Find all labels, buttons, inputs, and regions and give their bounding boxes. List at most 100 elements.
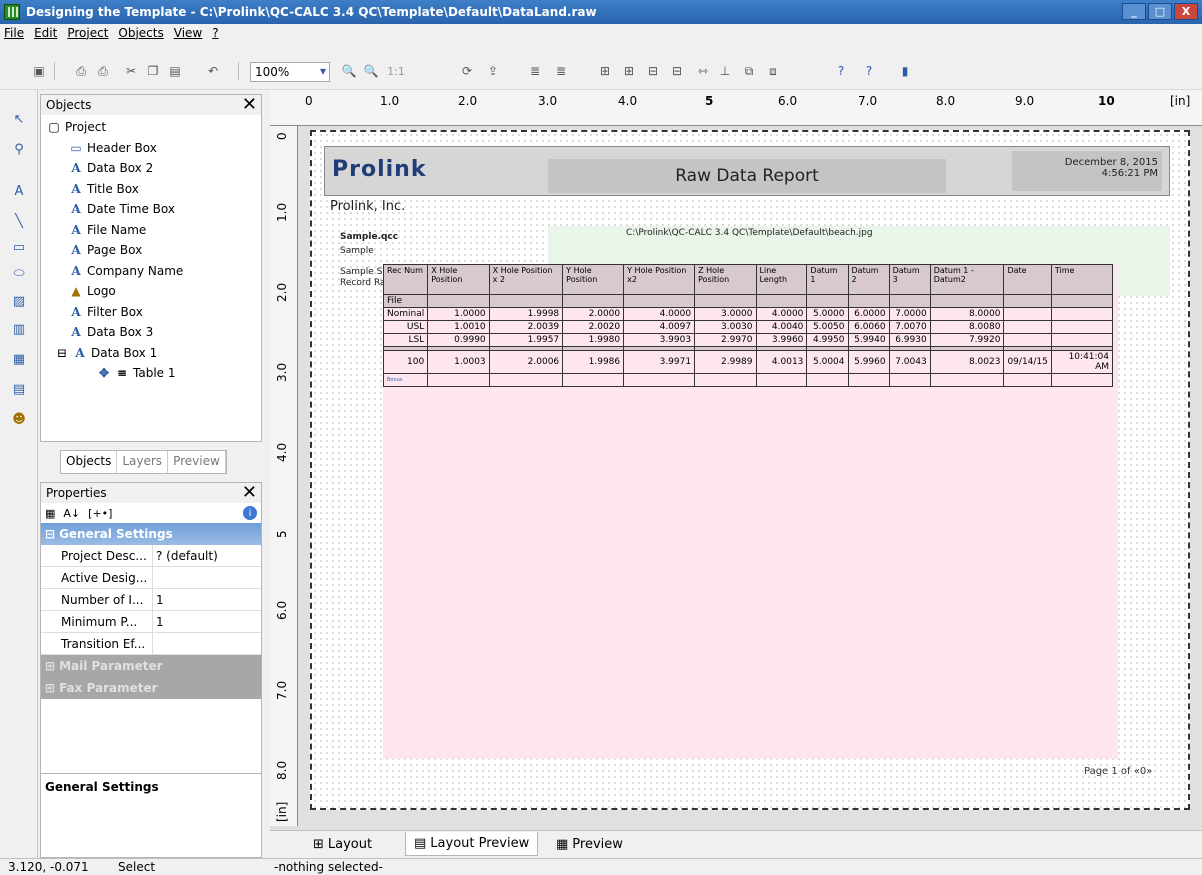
table-tool-icon[interactable]: ▦	[10, 350, 28, 368]
ruler-label: 2.0	[275, 282, 289, 302]
minimize-button[interactable]: _	[1122, 3, 1146, 20]
report-title[interactable]: Raw Data Report	[548, 159, 946, 193]
tree-item-date-time-box[interactable]: A Date Time Box	[41, 199, 261, 220]
objects-panel-close[interactable]: ✕	[242, 95, 257, 115]
same-height-icon[interactable]: ⊟	[668, 62, 686, 80]
zoom-out-icon[interactable]: 🔍	[362, 62, 380, 80]
tree-item-logo[interactable]: ▲ Logo	[41, 281, 261, 302]
tree-item-data-box-1[interactable]: ⊟ A Data Box 1	[41, 343, 261, 364]
space-icon[interactable]: ⇿	[694, 62, 712, 80]
whats-this-icon[interactable]: ?	[860, 62, 878, 80]
zoom-reset-button[interactable]: 1:1	[384, 62, 408, 80]
send-back-icon[interactable]: ⧈	[764, 62, 782, 80]
prop-row[interactable]: Project Desc...? (default)	[41, 545, 261, 567]
menu-view[interactable]: View	[174, 26, 202, 40]
tab-layers[interactable]: Layers	[117, 451, 169, 473]
tree-item-data-box-2[interactable]: A Data Box 2	[41, 158, 261, 179]
categorized-icon[interactable]: ▦	[45, 507, 55, 520]
file-name[interactable]: Sample.qcc	[340, 232, 398, 242]
tree-item-data-box-3[interactable]: A Data Box 3	[41, 322, 261, 343]
tree-item-page-box[interactable]: A Page Box	[41, 240, 261, 261]
expand-icon[interactable]: [+•]	[88, 507, 112, 520]
tree-item-title-box[interactable]: A Title Box	[41, 179, 261, 200]
menu-file[interactable]: File	[4, 26, 24, 40]
copy-icon[interactable]: ❐	[144, 62, 162, 80]
tab-layout-preview[interactable]: ▤ Layout Preview	[405, 832, 539, 856]
list-icon: ≡	[116, 366, 128, 381]
image-tool-icon[interactable]: ▨	[10, 292, 28, 310]
data-box-3[interactable]: Sample S	[340, 267, 382, 277]
print-icon[interactable]: ⎙	[72, 62, 90, 80]
status-bar: 3.120, -0.071 Select -nothing selected-	[0, 858, 1202, 875]
zoom-tool-icon[interactable]: ⚲	[10, 140, 28, 158]
ellipse-tool-icon[interactable]: ⬭	[10, 264, 28, 282]
help-icon[interactable]: ?	[832, 62, 850, 80]
barcode-tool-icon[interactable]: ▥	[10, 320, 28, 338]
align-left-icon[interactable]: ≣	[526, 62, 544, 80]
ruler-label: 6.0	[275, 600, 289, 620]
chart-tool-icon[interactable]: ▤	[10, 380, 28, 398]
status-coords: 3.120, -0.071	[8, 860, 89, 874]
align-right-icon[interactable]: ≣	[552, 62, 570, 80]
maximize-button[interactable]: □	[1148, 3, 1172, 20]
paste-icon[interactable]: ▤	[166, 62, 184, 80]
properties-close[interactable]: ✕	[242, 483, 257, 503]
rectangle-tool-icon[interactable]: ▭	[10, 238, 28, 256]
ruler-label: 4.0	[275, 442, 289, 462]
text-icon: A	[71, 222, 81, 237]
text-icon: A	[71, 202, 81, 217]
tree-item-file-name[interactable]: A File Name	[41, 220, 261, 241]
category-mail[interactable]: ⊞ Mail Parameter	[41, 655, 261, 677]
menu-project[interactable]: Project	[67, 26, 108, 40]
cut-icon[interactable]: ✂	[122, 62, 140, 80]
company-name[interactable]: Prolink, Inc.	[330, 199, 405, 214]
sort-az-icon[interactable]: A↓	[63, 507, 80, 520]
category-fax[interactable]: ⊞ Fax Parameter	[41, 677, 261, 699]
tab-layout[interactable]: ⊞ Layout	[305, 832, 380, 856]
date-time-box[interactable]: December 8, 2015 4:56:21 PM	[1012, 151, 1162, 191]
prop-row[interactable]: Active Desig...	[41, 567, 261, 589]
tree-item-table-1[interactable]: ✥ ≡ Table 1	[41, 363, 261, 384]
distribute-v-icon[interactable]: ⊞	[620, 62, 638, 80]
same-width-icon[interactable]: ⊟	[644, 62, 662, 80]
distribute-h-icon[interactable]: ⊞	[596, 62, 614, 80]
export-icon[interactable]: ⇪	[484, 62, 502, 80]
exit-icon[interactable]: ▮	[896, 62, 914, 80]
category-general[interactable]: ⊟ General Settings	[41, 523, 261, 545]
info-icon[interactable]: i	[243, 506, 257, 520]
select-icon[interactable]: ↖	[10, 110, 28, 128]
menu-objects[interactable]: Objects	[118, 26, 163, 40]
record-range[interactable]: Record Ra	[340, 278, 386, 288]
prop-row[interactable]: Number of I... 1	[41, 589, 261, 611]
tab-objects[interactable]: Objects	[61, 451, 118, 473]
ruler-label: 1.0	[380, 94, 400, 108]
user-tool-icon[interactable]: ☻	[10, 410, 28, 428]
refresh-icon[interactable]: ⟳	[458, 62, 476, 80]
zoom-in-icon[interactable]: 🔍	[340, 62, 358, 80]
data-table[interactable]: Rec Num X Hole Position X Hole Position x …	[382, 264, 1114, 387]
save-icon[interactable]: ▣	[30, 62, 48, 80]
logo[interactable]: Prolink	[332, 157, 426, 182]
text-tool-icon[interactable]: A	[10, 182, 28, 200]
collapse-icon[interactable]: ⊟	[55, 346, 69, 360]
zoom-select[interactable]: 100%	[250, 62, 330, 82]
tab-preview[interactable]: Preview	[168, 451, 226, 473]
tree-item-filter-box[interactable]: A Filter Box	[41, 302, 261, 323]
menu-edit[interactable]: Edit	[34, 26, 57, 40]
tree-item-company-name[interactable]: A Company Name	[41, 261, 261, 282]
print-preview-icon[interactable]: ⎙	[94, 62, 112, 80]
data-box-2[interactable]: Sample	[340, 246, 374, 256]
image-path[interactable]: C:\Prolink\QC-CALC 3.4 QC\Template\Defau…	[626, 228, 873, 238]
prop-row[interactable]: Minimum P... 1	[41, 611, 261, 633]
menu-help[interactable]: ?	[212, 26, 218, 40]
undo-icon[interactable]: ↶	[204, 62, 222, 80]
page-box[interactable]: Page 1 of «0»	[1084, 766, 1152, 777]
center-icon[interactable]: ⊥	[716, 62, 734, 80]
bring-front-icon[interactable]: ⧉	[740, 62, 758, 80]
prop-row[interactable]: Transition Ef...	[41, 633, 261, 655]
tab-preview-view[interactable]: ▦ Preview	[548, 832, 631, 856]
close-button[interactable]: X	[1174, 3, 1198, 20]
line-tool-icon[interactable]: ╲	[10, 212, 28, 230]
tree-item-header-box[interactable]: ▭ Header Box	[41, 138, 261, 159]
tree-item-project[interactable]: ▢ Project	[41, 117, 261, 138]
